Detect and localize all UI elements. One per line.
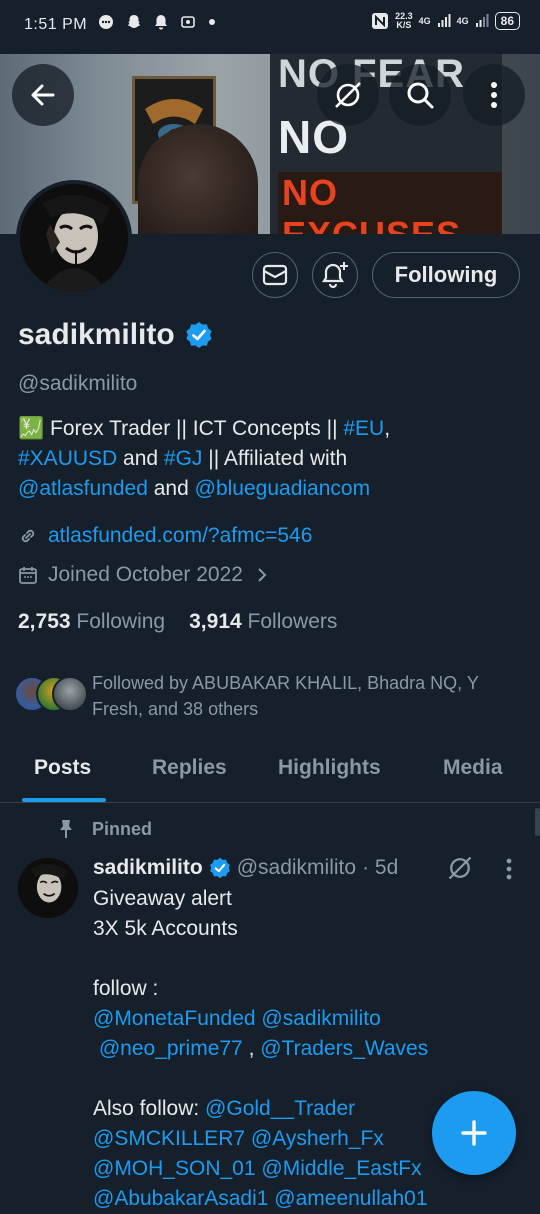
network-type-2: 4G (456, 15, 469, 26)
mention-link[interactable]: @Gold__Trader (205, 1097, 355, 1120)
post-grok-button[interactable] (446, 854, 474, 887)
more-options-button[interactable] (463, 64, 525, 126)
status-time: 1:51 PM (24, 16, 88, 33)
grok-icon (335, 82, 361, 108)
followed-by-text[interactable]: Followed by ABUBAKAR KHALIL, Bhadra NQ, … (14, 670, 524, 722)
mention-link[interactable]: @Aysherh_Fx (245, 1127, 384, 1150)
back-button[interactable] (12, 64, 74, 126)
network-type-1: 4G (418, 15, 431, 26)
post-more-button[interactable] (504, 857, 514, 886)
profile-bio: 💹 Forex Trader || ICT Concepts || #EU, #… (18, 417, 391, 500)
mention-link[interactable]: @MonetaFunded (93, 1007, 256, 1030)
mention-link[interactable]: @neo_prime77 (93, 1037, 243, 1060)
network-speed: 22.3 K/S (395, 11, 413, 30)
message-button[interactable] (252, 252, 298, 298)
post-line: @MonetaFunded @sadikmilito (93, 1004, 523, 1034)
plus-icon (461, 1120, 487, 1146)
banner-person (138, 124, 258, 234)
snapchat-icon (128, 15, 140, 28)
profile-avatar[interactable] (16, 180, 132, 296)
tab-media[interactable]: Media (443, 756, 503, 780)
verified-badge-icon (186, 322, 212, 348)
post-line: @AbubakarAsadi1 @ameenullah01 (93, 1184, 523, 1214)
post-time: · 5d (362, 856, 399, 879)
post-author-name[interactable]: sadikmilito (93, 856, 203, 880)
pin-icon (60, 820, 72, 838)
pinned-label: Pinned (92, 818, 153, 839)
pinned-label-row: Pinned (56, 818, 152, 840)
envelope-icon (262, 264, 288, 286)
scrollbar[interactable] (535, 808, 540, 836)
screenshot-icon (181, 16, 195, 28)
notifications-button[interactable] (312, 252, 358, 298)
post-line: Giveaway alert (93, 887, 232, 910)
bell-icon (155, 15, 167, 30)
chat-icon (99, 15, 113, 29)
hashtag-link[interactable]: #GJ (164, 447, 203, 470)
post-header: sadikmilito @sadikmilito · 5d (93, 856, 398, 880)
mention-link[interactable]: @atlasfunded (18, 477, 148, 500)
tab-posts[interactable]: Posts (34, 756, 91, 780)
post-line: @neo_prime77 , @Traders_Waves (93, 1037, 429, 1060)
arrow-left-icon (31, 84, 55, 106)
hashtag-link[interactable]: #EU (343, 417, 384, 440)
system-icons: 22.3 K/S 4G 4G 86 (371, 12, 520, 30)
signal-icon (437, 14, 451, 27)
notification-icons (98, 14, 216, 30)
profile-tabs: Posts Replies Highlights Media (0, 744, 540, 803)
verified-badge-icon (209, 857, 230, 879)
chart-emoji-icon: 💹 (18, 417, 45, 440)
mention-link[interactable]: @MOH_SON_01 (93, 1157, 256, 1180)
post-author-handle[interactable]: @sadikmilito (237, 856, 356, 880)
mention-link[interactable]: @Traders_Waves (260, 1037, 428, 1060)
followers-count-link[interactable]: 3,914 Followers (189, 610, 337, 634)
profile-handle: @sadikmilito (18, 372, 138, 395)
profile-website: atlasfunded.com/?afmc=546 (18, 524, 312, 548)
post-author-avatar[interactable] (18, 858, 78, 918)
joined-label: Joined October 2022 (48, 563, 243, 586)
website-link[interactable]: atlasfunded.com/?afmc=546 (48, 524, 312, 548)
post-line: 3X 5k Accounts (93, 917, 238, 940)
chevron-right-icon (258, 568, 267, 582)
more-vertical-icon (491, 82, 497, 108)
profile-name: sadikmilito (18, 318, 213, 352)
mention-link[interactable]: @sadikmilito (256, 1007, 380, 1030)
joined-date[interactable]: Joined October 2022 (18, 563, 271, 587)
grok-button[interactable] (317, 64, 379, 126)
following-count-link[interactable]: 2,753 Following (18, 610, 165, 634)
post-line (93, 944, 523, 974)
mention-link[interactable]: @blueguadiancom (195, 477, 370, 500)
tab-highlights[interactable]: Highlights (278, 756, 381, 780)
active-tab-indicator (22, 798, 106, 802)
compose-post-button[interactable] (432, 1091, 516, 1175)
status-bar: 1:51 PM 22.3 K/S 4G 4G 86 (0, 0, 540, 54)
link-icon (21, 529, 35, 543)
hashtag-link[interactable]: #XAUUSD (18, 447, 117, 470)
following-button[interactable]: Following (372, 252, 520, 298)
mention-link[interactable]: @Middle_EastFx (256, 1157, 421, 1180)
grok-icon (448, 856, 472, 880)
nfc-icon (372, 13, 389, 29)
post-line (93, 1064, 523, 1094)
search-icon (407, 82, 434, 109)
battery-level: 86 (494, 12, 520, 30)
post-line: follow : (93, 977, 159, 1000)
search-button[interactable] (389, 64, 451, 126)
more-vertical-icon (506, 858, 512, 880)
signal-icon (475, 14, 489, 27)
follow-counts: 2,753 Following 3,914 Followers (18, 610, 337, 634)
bell-plus-icon (321, 262, 348, 289)
calendar-icon (19, 567, 37, 584)
display-name: sadikmilito (18, 318, 175, 351)
tab-replies[interactable]: Replies (152, 756, 227, 780)
mention-link[interactable]: @SMCKILLER7 (93, 1127, 245, 1150)
dot-icon (209, 19, 215, 25)
